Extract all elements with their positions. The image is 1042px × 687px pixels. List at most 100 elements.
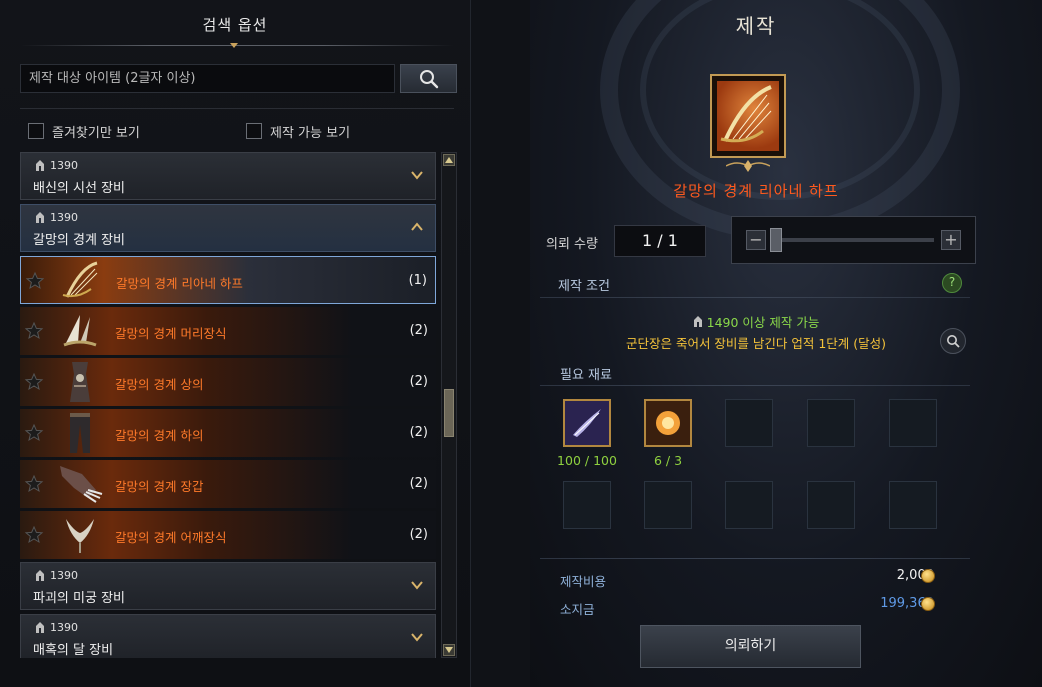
chevron-down-icon[interactable] — [409, 577, 425, 593]
checkbox-box[interactable] — [28, 123, 44, 139]
recipe-item-name: 갈망의 경계 머리장식 — [115, 326, 227, 341]
list-scrollbar[interactable] — [441, 152, 457, 658]
category-name: 갈망의 경계 장비 — [33, 233, 125, 248]
craftable-only-checkbox[interactable]: 제작 가능 보기 — [246, 121, 350, 141]
category-header[interactable]: 1390 파괴의 미궁 장비 — [20, 562, 436, 610]
material-slot-empty — [725, 481, 773, 529]
category-header[interactable]: 1390 갈망의 경계 장비 — [20, 204, 436, 252]
favorite-star-icon[interactable] — [24, 423, 44, 443]
triangle-up-icon — [445, 157, 453, 163]
orb-material-icon — [646, 401, 690, 445]
gold-ornament-icon — [726, 160, 770, 172]
scroll-down-button[interactable] — [443, 644, 455, 656]
chevron-down-icon[interactable] — [409, 167, 425, 183]
favorite-star-icon[interactable] — [25, 271, 45, 291]
harp-icon — [720, 85, 772, 143]
recipe-item-name: 갈망의 경계 하의 — [115, 428, 204, 443]
recipe-item[interactable]: 갈망의 경계 어깨장식 (2) — [20, 511, 436, 559]
section-divider — [540, 385, 970, 386]
harp-icon — [62, 261, 98, 298]
category-name: 매혹의 달 장비 — [33, 643, 114, 658]
material-count: 6 / 3 — [653, 453, 683, 468]
selected-item-slot[interactable] — [710, 74, 786, 158]
achievement-condition: 군단장은 죽어서 장비를 남긴다 업적 1단계 (달성) — [625, 336, 887, 351]
decrease-button[interactable]: − — [746, 230, 766, 250]
recipe-item[interactable]: 갈망의 경계 하의 (2) — [20, 409, 436, 457]
material-slot[interactable] — [563, 399, 611, 447]
recipe-item-count: (2) — [409, 323, 428, 338]
request-quantity-label: 의뢰 수량 — [546, 237, 598, 252]
category-level: 1390 — [35, 621, 78, 634]
material-slot-empty — [889, 481, 937, 529]
category-level-value: 1390 — [50, 211, 78, 224]
condition-detail-button[interactable] — [940, 328, 966, 354]
helmet-icon — [693, 316, 702, 327]
category-name: 배신의 시선 장비 — [33, 181, 125, 196]
recipe-item[interactable]: 갈망의 경계 장갑 (2) — [20, 460, 436, 508]
category-header[interactable]: 1390 배신의 시선 장비 — [20, 152, 436, 200]
feather-material-icon — [565, 401, 609, 445]
helmet-icon — [36, 211, 44, 223]
conditions-header: 제작 조건 — [558, 279, 610, 294]
helmet-icon — [36, 159, 44, 171]
title-notch-ornament — [230, 43, 238, 48]
selected-item-name: 갈망의 경계 리아네 하프 — [673, 182, 839, 200]
search-options-title: 검색 옵션 — [202, 16, 268, 34]
helmet-icon — [36, 621, 44, 633]
material-slot-empty — [807, 481, 855, 529]
search-input[interactable] — [21, 65, 394, 92]
chevron-up-icon[interactable] — [409, 219, 425, 235]
request-quantity-value[interactable]: 1 / 1 — [614, 225, 706, 257]
recipe-item-name: 갈망의 경계 리아네 하프 — [116, 276, 243, 291]
search-input-wrapper — [20, 64, 395, 93]
recipe-item[interactable]: 갈망의 경계 상의 (2) — [20, 358, 436, 406]
filter-divider — [20, 108, 454, 109]
favorite-star-icon[interactable] — [24, 372, 44, 392]
gold-coin-icon — [921, 597, 935, 611]
shoulder-icon — [66, 519, 94, 553]
category-level-value: 1390 — [50, 621, 78, 634]
slider-track[interactable] — [770, 238, 934, 242]
recipe-item[interactable]: 갈망의 경계 리아네 하프 (1) — [20, 256, 436, 304]
recipe-item-name: 갈망의 경계 어깨장식 — [115, 530, 227, 545]
chevron-down-icon[interactable] — [409, 629, 425, 645]
crafting-title: 제작 — [735, 14, 777, 38]
level-condition-text: 1490 이상 제작 가능 — [706, 315, 820, 330]
category-name: 파괴의 미궁 장비 — [33, 591, 125, 606]
request-craft-button[interactable]: 의뢰하기 — [640, 625, 861, 668]
favorite-star-icon[interactable] — [24, 474, 44, 494]
favorite-star-icon[interactable] — [24, 321, 44, 341]
material-slot-empty — [807, 399, 855, 447]
recipe-list: 1390 배신의 시선 장비 1390 갈망의 경계 장비 갈망의 경계 리아네… — [20, 152, 436, 658]
search-button[interactable] — [400, 64, 457, 93]
recipe-item-count: (2) — [409, 527, 428, 542]
recipe-item-count: (2) — [409, 425, 428, 440]
scroll-up-button[interactable] — [443, 154, 455, 166]
craft-cost-label: 제작비용 — [560, 574, 607, 589]
favorites-only-checkbox[interactable]: 즐겨찾기만 보기 — [28, 121, 140, 141]
category-level: 1390 — [35, 569, 78, 582]
favorites-only-label: 즐겨찾기만 보기 — [52, 125, 140, 141]
checkbox-box[interactable] — [246, 123, 262, 139]
level-condition: 1490 이상 제작 가능 — [530, 312, 982, 331]
favorite-star-icon[interactable] — [24, 525, 44, 545]
material-slot-empty — [644, 481, 692, 529]
material-slot-empty — [563, 481, 611, 529]
top-armor-icon — [70, 362, 90, 402]
material-slot[interactable] — [644, 399, 692, 447]
pants-icon — [70, 413, 90, 453]
search-options-panel: 검색 옵션 즐겨찾기만 보기 제작 가능 보기 1390 배신의 시선 장비 — [0, 0, 471, 687]
craftable-only-label: 제작 가능 보기 — [270, 125, 351, 141]
material-slot-empty — [725, 399, 773, 447]
recipe-item[interactable]: 갈망의 경계 머리장식 (2) — [20, 307, 436, 355]
recipe-item-count: (2) — [409, 374, 428, 389]
section-divider — [540, 558, 970, 559]
slider-handle[interactable] — [770, 228, 782, 252]
category-header[interactable]: 1390 매혹의 달 장비 — [20, 614, 436, 658]
headpiece-icon — [63, 315, 97, 347]
increase-button[interactable]: + — [941, 230, 961, 250]
recipe-item-count: (1) — [408, 273, 427, 288]
scrollbar-thumb[interactable] — [444, 389, 454, 437]
helmet-icon — [36, 569, 44, 581]
help-button[interactable]: ? — [942, 273, 962, 293]
